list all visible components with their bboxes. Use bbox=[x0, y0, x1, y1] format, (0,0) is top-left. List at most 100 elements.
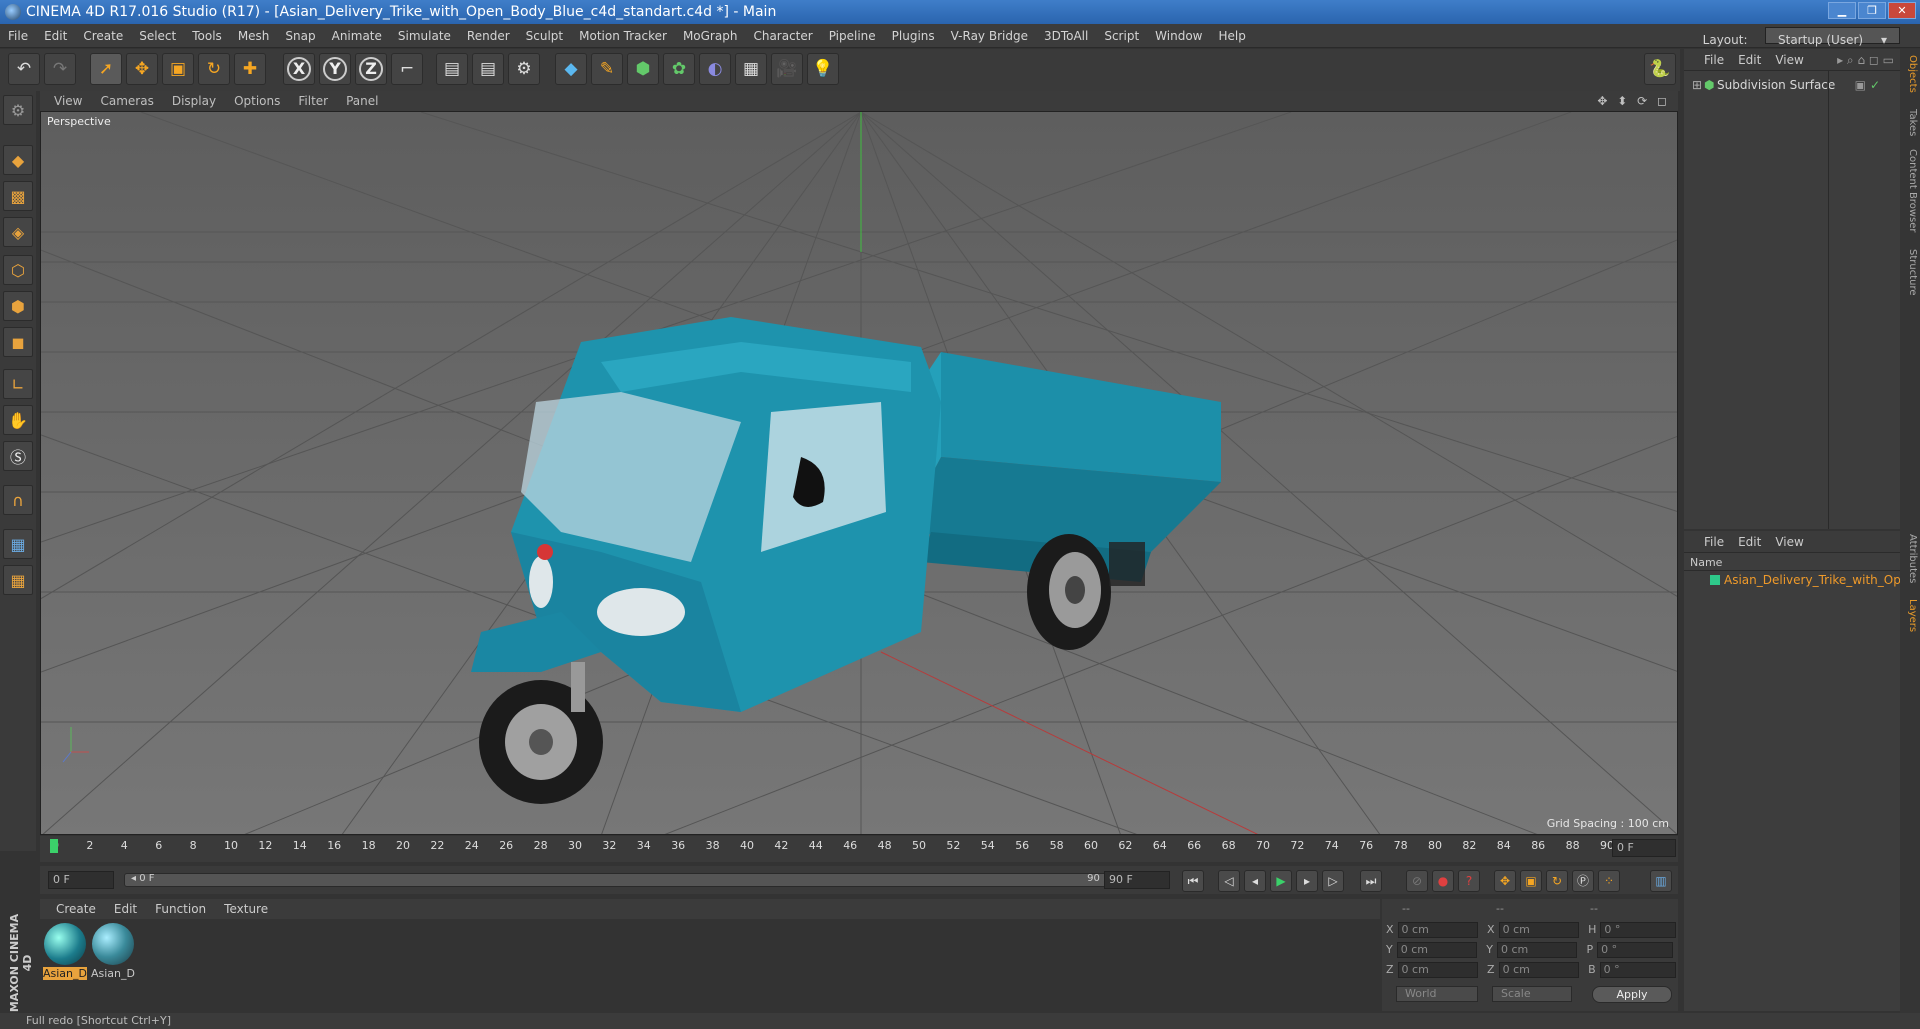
material-menu-texture[interactable]: Texture bbox=[215, 899, 277, 919]
position-x-field[interactable]: 0 cm bbox=[1397, 922, 1478, 938]
timeline-window-icon[interactable]: ▥ bbox=[1650, 870, 1672, 892]
record-keys-icon[interactable]: ⊘ bbox=[1406, 870, 1428, 892]
menu-plugins[interactable]: Plugins bbox=[884, 24, 943, 48]
tab-takes[interactable]: Takes bbox=[1902, 109, 1918, 136]
move-tool-icon[interactable]: ✥ bbox=[126, 53, 158, 85]
menu-tools[interactable]: Tools bbox=[184, 24, 230, 48]
redo-icon[interactable]: ↷ bbox=[44, 53, 76, 85]
polygons-mode-icon[interactable]: ◼ bbox=[3, 327, 33, 357]
menu-mesh[interactable]: Mesh bbox=[230, 24, 278, 48]
object-row[interactable]: ⊞ ⬢ Subdivision Surface ▣ ✓ bbox=[1684, 76, 1900, 94]
key-position-icon[interactable]: ✥ bbox=[1494, 870, 1516, 892]
goto-start-icon[interactable]: ⏮ bbox=[1182, 870, 1204, 892]
timeline-ruler[interactable]: 0246810121416182022242628303234363840424… bbox=[40, 836, 1678, 862]
perspective-viewport[interactable]: Perspective Grid Spacing : 100 cm bbox=[40, 111, 1678, 835]
generator-icon[interactable]: ⬢ bbox=[627, 53, 659, 85]
tab-objects[interactable]: Objects bbox=[1902, 55, 1918, 93]
viewport-menu-options[interactable]: Options bbox=[225, 91, 289, 111]
key-parameter-icon[interactable]: Ⓟ bbox=[1572, 870, 1594, 892]
menu-pipeline[interactable]: Pipeline bbox=[821, 24, 884, 48]
tweak-mode-icon[interactable]: ✋ bbox=[3, 405, 33, 435]
menu-file[interactable]: File bbox=[0, 24, 36, 48]
layer-item[interactable]: Asian_Delivery_Trike_with_Open_Body_Blue bbox=[1724, 573, 1900, 587]
floor-icon[interactable]: ▦ bbox=[735, 53, 767, 85]
preview-range-slider[interactable]: ◂ 0 F 90 F ▸ bbox=[124, 873, 1124, 887]
current-frame-field[interactable]: 0 F bbox=[1612, 839, 1676, 857]
menu-edit[interactable]: Edit bbox=[36, 24, 75, 48]
viewport-nav-icons[interactable]: ✥ ⬍ ⟳ ◻ bbox=[1597, 91, 1670, 111]
size-z-field[interactable]: 0 cm bbox=[1498, 962, 1579, 978]
position-y-field[interactable]: 0 cm bbox=[1396, 942, 1477, 958]
expand-icon[interactable]: ⊞ bbox=[1692, 76, 1702, 94]
viewport-menu-filter[interactable]: Filter bbox=[289, 91, 337, 111]
tab-layers[interactable]: Layers bbox=[1902, 599, 1918, 632]
material-swatch[interactable]: Asian_D bbox=[91, 923, 135, 981]
light-icon[interactable]: 💡 bbox=[807, 53, 839, 85]
menu-vray-bridge[interactable]: V-Ray Bridge bbox=[943, 24, 1036, 48]
snap-icon[interactable]: ∩ bbox=[3, 485, 33, 515]
menu-simulate[interactable]: Simulate bbox=[390, 24, 459, 48]
material-menu-function[interactable]: Function bbox=[146, 899, 215, 919]
undo-icon[interactable]: ↶ bbox=[8, 53, 40, 85]
material-menu-edit[interactable]: Edit bbox=[105, 899, 146, 919]
lock-workplane-icon[interactable]: ▦ bbox=[3, 529, 33, 559]
x-axis-lock[interactable]: X bbox=[283, 53, 315, 85]
rotation-h-field[interactable]: 0 ° bbox=[1600, 922, 1677, 938]
select-tool-icon[interactable]: ➚ bbox=[90, 53, 122, 85]
menu-script[interactable]: Script bbox=[1096, 24, 1147, 48]
menu-help[interactable]: Help bbox=[1210, 24, 1253, 48]
object-menu-file[interactable]: File bbox=[1684, 49, 1731, 71]
material-swatch[interactable]: Asian_D bbox=[43, 923, 87, 981]
cube-primitive-icon[interactable]: ◆ bbox=[555, 53, 587, 85]
minimize-button[interactable]: ▁ bbox=[1828, 2, 1856, 19]
layout-dropdown[interactable]: Startup (User) ▾ bbox=[1765, 27, 1900, 47]
maximize-button[interactable]: ❐ bbox=[1858, 2, 1886, 19]
size-x-field[interactable]: 0 cm bbox=[1498, 922, 1579, 938]
layer-menu-file[interactable]: File bbox=[1684, 531, 1731, 553]
texture-mode-icon[interactable]: ▩ bbox=[3, 181, 33, 211]
menu-animate[interactable]: Animate bbox=[324, 24, 390, 48]
position-z-field[interactable]: 0 cm bbox=[1397, 962, 1478, 978]
tab-attributes[interactable]: Attributes bbox=[1902, 534, 1918, 583]
render-to-picture-viewer-icon[interactable]: ▤ bbox=[472, 53, 504, 85]
model-mode-icon[interactable]: ◆ bbox=[3, 145, 33, 175]
viewport-menu-display[interactable]: Display bbox=[163, 91, 225, 111]
tab-structure[interactable]: Structure bbox=[1902, 249, 1918, 296]
autokey-icon[interactable]: ● bbox=[1432, 870, 1454, 892]
axis-mode-icon[interactable]: ∟ bbox=[3, 369, 33, 399]
pen-spline-icon[interactable]: ✎ bbox=[591, 53, 623, 85]
menu-snap[interactable]: Snap bbox=[277, 24, 323, 48]
layer-color-swatch[interactable] bbox=[1710, 575, 1720, 585]
apply-button[interactable]: Apply bbox=[1592, 986, 1672, 1003]
layer-menu-edit[interactable]: Edit bbox=[1731, 531, 1768, 553]
keyframe-selection-icon[interactable]: ? bbox=[1458, 870, 1480, 892]
layer-menu-view[interactable]: View bbox=[1768, 531, 1810, 553]
solo-mode-icon[interactable]: Ⓢ bbox=[3, 441, 33, 471]
viewport-menu-view[interactable]: View bbox=[40, 91, 91, 111]
viewport-menu-panel[interactable]: Panel bbox=[337, 91, 387, 111]
tab-content-browser[interactable]: Content Browser bbox=[1902, 149, 1918, 232]
material-menu-create[interactable]: Create bbox=[40, 899, 105, 919]
next-frame-icon[interactable]: ▸ bbox=[1296, 870, 1318, 892]
camera-icon[interactable]: 🎥 bbox=[771, 53, 803, 85]
object-enabled-check-icon[interactable]: ✓ bbox=[1870, 76, 1880, 94]
y-axis-lock[interactable]: Y bbox=[319, 53, 351, 85]
menu-render[interactable]: Render bbox=[459, 24, 518, 48]
rotate-tool-icon[interactable]: ↻ bbox=[198, 53, 230, 85]
start-frame-field[interactable]: 0 F bbox=[48, 871, 114, 889]
object-menu-edit[interactable]: Edit bbox=[1731, 49, 1768, 71]
menu-mograph[interactable]: MoGraph bbox=[675, 24, 746, 48]
python-icon[interactable]: 🐍 bbox=[1644, 53, 1676, 85]
key-rotation-icon[interactable]: ↻ bbox=[1546, 870, 1568, 892]
close-button[interactable]: ✕ bbox=[1888, 2, 1916, 19]
scene-object-icon[interactable]: ◐ bbox=[699, 53, 731, 85]
menu-3dtoall[interactable]: 3DToAll bbox=[1036, 24, 1096, 48]
object-menu-view[interactable]: View bbox=[1768, 49, 1810, 71]
next-key-icon[interactable]: ▷ bbox=[1322, 870, 1344, 892]
prev-frame-icon[interactable]: ◂ bbox=[1244, 870, 1266, 892]
menu-motion-tracker[interactable]: Motion Tracker bbox=[571, 24, 675, 48]
menu-create[interactable]: Create bbox=[75, 24, 131, 48]
deformer-icon[interactable]: ✿ bbox=[663, 53, 695, 85]
z-axis-lock[interactable]: Z bbox=[355, 53, 387, 85]
menu-select[interactable]: Select bbox=[131, 24, 184, 48]
